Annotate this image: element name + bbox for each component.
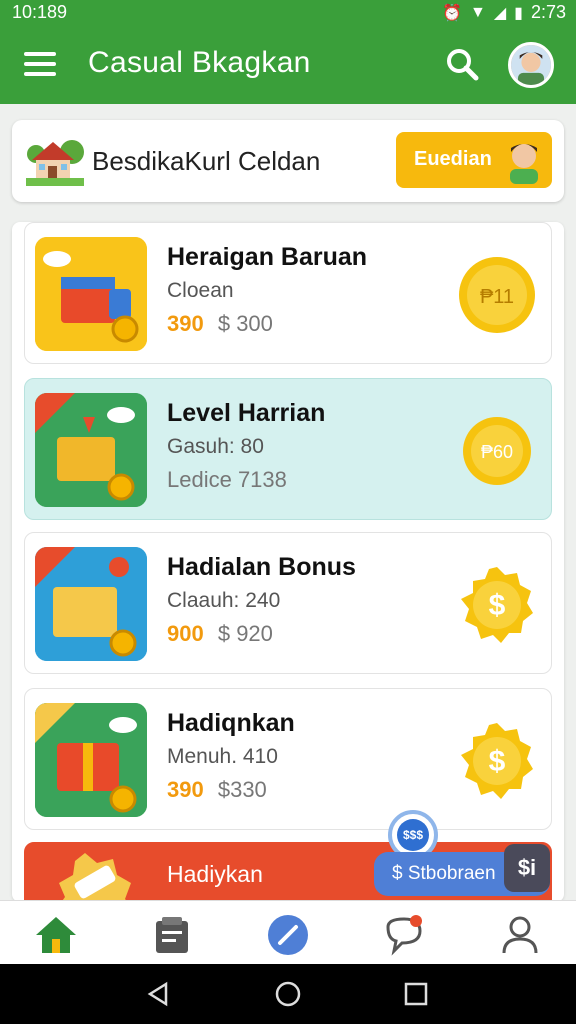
item-title: Hadialan Bonus <box>167 553 356 581</box>
reward-thumbnail <box>35 393 147 507</box>
coin-icon[interactable]: ₱60 <box>457 411 537 491</box>
reward-list: Heraigan Baruan Cloean 390 $ 300 ₱11 Lev… <box>12 222 564 902</box>
price-main: 390 <box>167 311 204 336</box>
system-nav <box>0 964 576 1024</box>
item-title: Heraigan Baruan <box>167 243 368 271</box>
battery-time: 2:73 <box>530 2 566 22</box>
avatar[interactable] <box>508 42 554 88</box>
battery-icon: ▮ <box>514 4 523 22</box>
price-main: 390 <box>167 777 204 802</box>
item-price: 900 $ 920 <box>167 621 273 647</box>
coin-label: ₱60 <box>481 442 513 462</box>
status-bar: 10:189 ⏰ ▼ ◢ ▮ 2:73 <box>0 0 576 26</box>
item-title: Hadiykan <box>167 861 263 887</box>
dollar-coin-icon[interactable]: $ <box>457 565 537 645</box>
reward-thumbnail <box>35 547 147 661</box>
edit-icon[interactable] <box>266 913 310 957</box>
clipboard-icon[interactable] <box>150 913 194 957</box>
price-alt: $330 <box>217 777 267 802</box>
reward-thumbnail <box>35 847 147 902</box>
item-subtitle: Menuh. 410 <box>167 745 278 768</box>
banner-button[interactable]: Euedian <box>396 132 552 188</box>
floating-chip[interactable]: $ Stbobraen $i <box>374 844 550 896</box>
search-icon[interactable] <box>444 46 480 82</box>
home-icon[interactable] <box>34 913 78 957</box>
back-icon[interactable] <box>144 980 172 1008</box>
list-item[interactable]: Level Harrian Gasuh: 80 Ledice 7138 ₱60 <box>24 378 552 520</box>
coin-label: ₱11 <box>480 286 514 308</box>
price-alt: $ 300 <box>217 311 273 336</box>
banner-button-label: Euedian <box>414 148 492 170</box>
chip-label: $ Stbobraen <box>392 863 496 884</box>
reward-thumbnail <box>35 703 147 817</box>
coin-label: $ <box>489 745 506 778</box>
recents-icon[interactable] <box>402 980 430 1008</box>
chat-icon[interactable] <box>382 913 426 957</box>
profile-icon[interactable] <box>498 913 542 957</box>
coin-label: $ <box>489 589 506 622</box>
house-icon <box>26 140 84 186</box>
wifi-icon: ▼ <box>469 3 486 21</box>
app-title: Casual Bkagkan <box>88 46 311 79</box>
chip-badge[interactable]: $i <box>504 844 550 892</box>
list-item[interactable]: Hadialan Bonus Claauh: 240 900 $ 920 $ <box>24 532 552 674</box>
list-item[interactable]: Heraigan Baruan Cloean 390 $ 300 ₱11 <box>24 222 552 364</box>
item-title: Hadiqnkan <box>167 709 295 737</box>
item-subtitle: Gasuh: 80 <box>167 435 264 458</box>
home-circle-icon[interactable] <box>274 980 302 1008</box>
reward-thumbnail <box>35 237 147 351</box>
price-main: 900 <box>167 621 204 646</box>
item-title: Level Harrian <box>167 399 326 427</box>
item-price: Ledice 7138 <box>167 467 287 493</box>
item-subtitle: Claauh: 240 <box>167 589 281 612</box>
list-item[interactable]: Hadiqnkan Menuh. 410 390 $330 $ <box>24 688 552 830</box>
status-icons: ⏰ ▼ ◢ ▮ 2:73 <box>442 2 566 23</box>
character-icon <box>510 144 538 184</box>
item-price: 390 $ 300 <box>167 311 273 337</box>
status-time: 10:189 <box>12 2 68 22</box>
price-alt: $ 920 <box>217 621 273 646</box>
signal-icon: ◢ <box>493 4 507 22</box>
price-alt: Ledice 7138 <box>167 467 287 492</box>
coin-icon[interactable]: ₱11 <box>457 255 537 335</box>
dollar-coin-icon[interactable]: $ <box>457 721 537 801</box>
promo-banner[interactable]: BesdikaKurl Celdan Euedian <box>12 120 564 202</box>
item-subtitle: Cloean <box>167 279 234 302</box>
item-price: 390 $330 <box>167 777 267 803</box>
app-header: 10:189 ⏰ ▼ ◢ ▮ 2:73 Casual Bkagkan <box>0 0 576 104</box>
banner-title: BesdikaKurl Celdan <box>92 146 321 176</box>
alarm-icon: ⏰ <box>442 4 462 22</box>
bottom-nav <box>0 900 576 964</box>
coins-icon: $$$ <box>397 819 429 851</box>
hamburger-icon[interactable] <box>24 52 56 76</box>
